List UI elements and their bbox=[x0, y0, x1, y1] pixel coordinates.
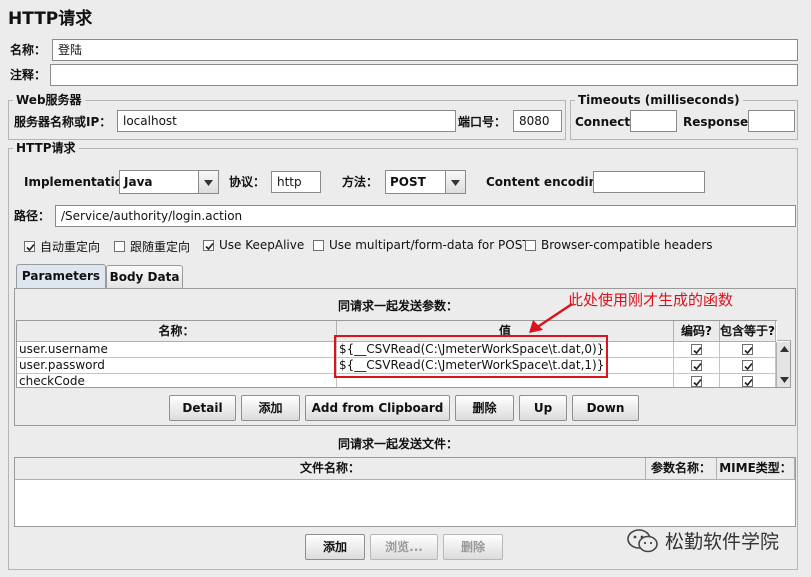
watermark-text: 松勤软件学院 bbox=[665, 531, 780, 553]
encoding-field[interactable] bbox=[593, 171, 705, 193]
table-cell-name[interactable]: user.password bbox=[17, 358, 337, 374]
timeouts-legend: Timeouts (milliseconds) bbox=[575, 92, 743, 108]
detail-button[interactable]: Detail bbox=[169, 395, 236, 421]
table-cell-include-equals[interactable] bbox=[720, 374, 776, 387]
checkbox-encode bbox=[691, 360, 702, 371]
protocol-field[interactable]: http bbox=[271, 171, 321, 193]
server-label: 服务器名称或IP： bbox=[14, 115, 112, 129]
chevron-down-icon[interactable] bbox=[445, 171, 465, 193]
checkbox-encode bbox=[691, 344, 702, 355]
response-label: Response: bbox=[683, 115, 753, 129]
checkbox-include-equals bbox=[742, 376, 753, 387]
add-from-clipboard-button[interactable]: Add from Clipboard bbox=[305, 395, 450, 421]
down-button[interactable]: Down bbox=[572, 395, 639, 421]
annotation-text: 此处使用刚才生成的函数 bbox=[568, 291, 734, 309]
checkbox-label: Use KeepAlive bbox=[219, 238, 305, 252]
table-cell-include-equals[interactable] bbox=[720, 358, 776, 374]
checkbox-label: 跟随重定向 bbox=[130, 240, 191, 254]
name-field[interactable]: 登陆 bbox=[52, 39, 798, 61]
params-scrollbar[interactable] bbox=[776, 342, 790, 387]
http-request-legend: HTTP请求 bbox=[13, 140, 79, 156]
delete-button[interactable]: 删除 bbox=[455, 395, 514, 421]
table-cell-encode[interactable] bbox=[674, 342, 720, 358]
implementation-select[interactable]: Java bbox=[119, 170, 219, 194]
protocol-label: 协议： bbox=[229, 175, 266, 189]
column-header-encode[interactable]: 编码? bbox=[674, 321, 720, 342]
connect-label: Connect: bbox=[575, 115, 635, 129]
server-field[interactable]: localhost bbox=[117, 110, 456, 132]
column-header-include-equals[interactable]: 包含等于? bbox=[720, 321, 776, 342]
comment-field[interactable] bbox=[50, 64, 798, 86]
highlight-box bbox=[334, 335, 608, 378]
column-header-name[interactable]: 名称： bbox=[17, 321, 337, 342]
checkbox-label: Use multipart/form-data for POST bbox=[329, 238, 530, 252]
add-button[interactable]: 添加 bbox=[241, 395, 300, 421]
table-cell-include-equals[interactable] bbox=[720, 342, 776, 358]
column-header-filename[interactable]: 文件名称： bbox=[15, 458, 646, 480]
table-cell-encode[interactable] bbox=[674, 358, 720, 374]
method-value: POST bbox=[390, 175, 426, 189]
up-button[interactable]: Up bbox=[519, 395, 567, 421]
name-label: 名称： bbox=[10, 43, 47, 57]
implementation-value: Java bbox=[124, 175, 153, 189]
path-label: 路径： bbox=[14, 209, 51, 223]
checkbox-keepalive[interactable]: Use KeepAlive bbox=[203, 238, 304, 252]
checkbox-follow-redirect[interactable]: 跟随重定向 bbox=[114, 238, 190, 255]
table-cell-encode[interactable] bbox=[674, 374, 720, 387]
wechat-icon bbox=[627, 529, 658, 553]
checkbox-include-equals bbox=[742, 360, 753, 371]
web-server-legend: Web服务器 bbox=[13, 92, 85, 108]
checkbox-include-equals bbox=[742, 344, 753, 355]
params-caption: 同请求一起发送参数： bbox=[338, 299, 459, 313]
port-field[interactable]: 8080 bbox=[513, 110, 562, 132]
table-header-corner bbox=[777, 320, 791, 341]
checkbox-auto-redirect[interactable]: 自动重定向 bbox=[24, 238, 100, 255]
scroll-up-icon bbox=[780, 346, 789, 352]
page-title: HTTP请求 bbox=[8, 9, 93, 29]
checkbox-label: Browser-compatible headers bbox=[541, 238, 713, 252]
checkbox-label: 自动重定向 bbox=[40, 240, 101, 254]
tab-parameters[interactable]: Parameters bbox=[16, 264, 106, 289]
checkbox-browser-headers[interactable]: Browser-compatible headers bbox=[525, 238, 713, 252]
column-header-param-name[interactable]: 参数名称： bbox=[646, 458, 717, 480]
file-add-button[interactable]: 添加 bbox=[305, 534, 365, 560]
tab-body-data[interactable]: Body Data bbox=[106, 265, 183, 289]
table-cell-name[interactable]: checkCode bbox=[17, 374, 337, 387]
connect-field[interactable] bbox=[630, 110, 677, 132]
files-caption: 同请求一起发送文件： bbox=[338, 437, 459, 451]
scroll-down-icon bbox=[780, 377, 789, 383]
table-cell-name[interactable]: user.username bbox=[17, 342, 337, 358]
file-browse-button[interactable]: 浏览... bbox=[370, 534, 438, 560]
method-select[interactable]: POST bbox=[385, 170, 466, 194]
comment-label: 注释： bbox=[10, 68, 47, 82]
response-field[interactable] bbox=[748, 110, 795, 132]
checkbox-encode bbox=[691, 376, 702, 387]
column-header-mime-type[interactable]: MIME类型： bbox=[717, 458, 795, 480]
encoding-label: Content encoding: bbox=[486, 175, 611, 189]
file-delete-button[interactable]: 删除 bbox=[443, 534, 503, 560]
files-table: 文件名称： 参数名称： MIME类型： bbox=[14, 457, 796, 527]
chevron-down-icon[interactable] bbox=[198, 171, 218, 193]
port-label: 端口号： bbox=[458, 115, 507, 129]
method-label: 方法： bbox=[342, 175, 379, 189]
checkbox-multipart[interactable]: Use multipart/form-data for POST bbox=[313, 238, 530, 252]
path-field[interactable]: /Service/authority/login.action bbox=[55, 205, 796, 227]
